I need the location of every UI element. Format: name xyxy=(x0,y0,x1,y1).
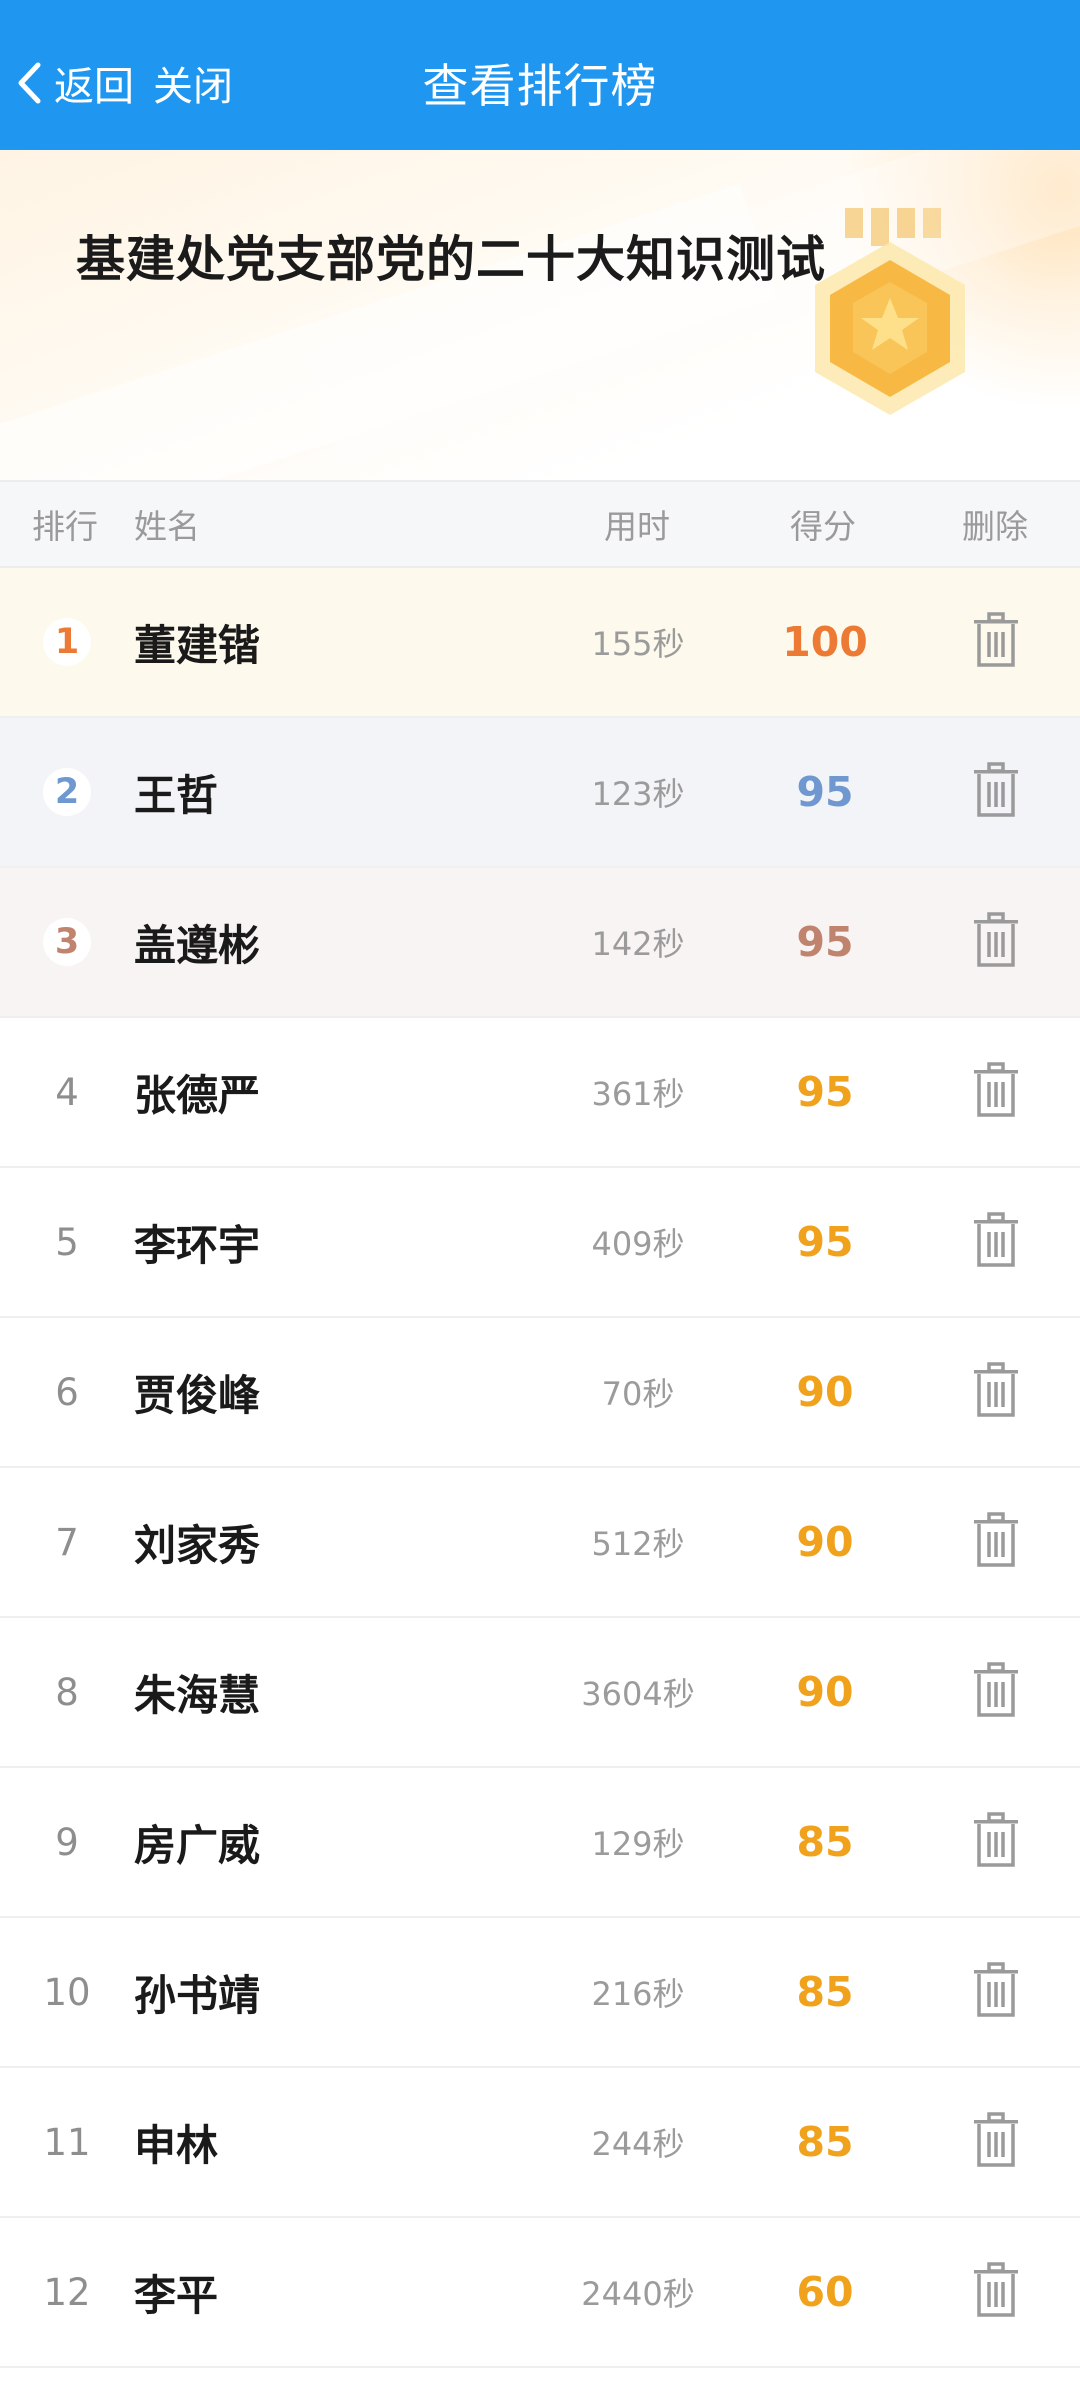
delete-button[interactable] xyxy=(972,2262,1020,2318)
delete-button[interactable] xyxy=(972,762,1020,818)
trash-icon xyxy=(974,2262,1018,2317)
quiz-title: 基建处党支部党的二十大知识测试 xyxy=(76,231,827,288)
time-used: 2440秒 xyxy=(581,2275,695,2313)
rank-badge-first: 1 xyxy=(0,568,134,716)
trash-icon xyxy=(974,1962,1018,2017)
rank-number: 8 xyxy=(55,1670,79,1714)
participant-name: 房广威 xyxy=(134,1820,261,1870)
trash-icon xyxy=(974,612,1018,667)
table-row: 4 张德严 361秒 95 xyxy=(0,1018,1080,1168)
delete-button[interactable] xyxy=(972,2112,1020,2168)
participant-name: 张德严 xyxy=(134,1070,261,1120)
column-delete-header: 删除 xyxy=(962,507,1028,546)
participant-name: 董建锴 xyxy=(134,620,261,670)
score-value: 85 xyxy=(796,1968,854,2016)
trash-icon xyxy=(974,1062,1018,1117)
column-time-header: 用时 xyxy=(604,507,670,546)
table-row: 6 贾俊峰 70秒 90 xyxy=(0,1318,1080,1468)
delete-button[interactable] xyxy=(972,1812,1020,1868)
participant-name: 盖遵彬 xyxy=(134,920,261,970)
table-row: 5 李环宇 409秒 95 xyxy=(0,1168,1080,1318)
table-row: 11 申林 244秒 85 xyxy=(0,2068,1080,2218)
table-row: 1 董建锴 155秒 100 xyxy=(0,568,1080,718)
time-used: 155秒 xyxy=(591,625,685,663)
time-used: 3604秒 xyxy=(581,1675,695,1713)
score-value: 90 xyxy=(796,1518,854,1566)
rank-number: 12 xyxy=(43,2270,91,2314)
delete-button[interactable] xyxy=(972,912,1020,968)
table-row: 2 王哲 123秒 95 xyxy=(0,718,1080,868)
time-used: 244秒 xyxy=(591,2125,685,2163)
participant-name: 李环宇 xyxy=(134,1220,261,1270)
time-used: 216秒 xyxy=(591,1975,685,2013)
rank-number: 5 xyxy=(55,1220,79,1264)
time-used: 512秒 xyxy=(591,1525,685,1563)
score-value: 95 xyxy=(796,918,854,966)
trash-icon xyxy=(974,2112,1018,2167)
rank-number: 4 xyxy=(55,1070,79,1114)
rank-number: 9 xyxy=(55,1820,79,1864)
column-name-header: 姓名 xyxy=(134,507,200,546)
table-row: 10 孙书靖 216秒 85 xyxy=(0,1918,1080,2068)
score-value: 85 xyxy=(796,2118,854,2166)
ranking-table-header: 排行 姓名 用时 得分 删除 xyxy=(0,480,1080,568)
participant-name: 孙书靖 xyxy=(134,1970,261,2020)
rank-badge-third: 3 xyxy=(0,868,134,1016)
delete-button[interactable] xyxy=(972,1062,1020,1118)
trash-icon xyxy=(974,1812,1018,1867)
delete-button[interactable] xyxy=(972,1962,1020,2018)
table-row: 7 刘家秀 512秒 90 xyxy=(0,1468,1080,1618)
page-title: 查看排行榜 xyxy=(422,59,658,113)
rank-badge-second: 2 xyxy=(0,718,134,866)
participant-name: 申林 xyxy=(134,2120,219,2170)
trash-icon xyxy=(974,762,1018,817)
score-value: 60 xyxy=(796,2268,854,2316)
rank-number: 7 xyxy=(55,1520,79,1564)
score-value: 90 xyxy=(796,1668,854,1716)
table-row: 12 李平 2440秒 60 xyxy=(0,2218,1080,2368)
delete-button[interactable] xyxy=(972,1512,1020,1568)
participant-name: 刘家秀 xyxy=(134,1520,261,1570)
score-value: 95 xyxy=(796,768,854,816)
column-score-header: 得分 xyxy=(790,507,856,546)
star-medal-icon xyxy=(815,208,965,415)
score-value: 90 xyxy=(796,1368,854,1416)
score-value: 100 xyxy=(782,618,868,666)
top-nav-bar: 返回 关闭 查看排行榜 xyxy=(0,0,1080,150)
trash-icon xyxy=(974,1662,1018,1717)
score-value: 95 xyxy=(796,1218,854,1266)
time-used: 409秒 xyxy=(591,1225,685,1263)
rank-number: 10 xyxy=(43,1970,91,2014)
quiz-banner: 基建处党支部党的二十大知识测试 xyxy=(0,150,1080,480)
delete-button[interactable] xyxy=(972,612,1020,668)
participant-name: 贾俊峰 xyxy=(134,1370,261,1420)
time-used: 361秒 xyxy=(591,1075,685,1113)
trash-icon xyxy=(974,1212,1018,1267)
table-row: 9 房广威 129秒 85 xyxy=(0,1768,1080,1918)
time-used: 129秒 xyxy=(591,1825,685,1863)
trash-icon xyxy=(974,912,1018,967)
score-value: 85 xyxy=(796,1818,854,1866)
delete-button[interactable] xyxy=(972,1212,1020,1268)
time-used: 123秒 xyxy=(591,775,685,813)
time-used: 142秒 xyxy=(591,925,685,963)
column-rank-header: 排行 xyxy=(32,507,98,546)
rank-number: 11 xyxy=(43,2120,91,2164)
ranking-list: 1 董建锴 155秒 100 2 王哲 123秒 95 3 盖遵彬 142秒 9… xyxy=(0,568,1080,2368)
participant-name: 王哲 xyxy=(134,770,219,820)
participant-name: 李平 xyxy=(134,2270,219,2320)
delete-button[interactable] xyxy=(972,1662,1020,1718)
trash-icon xyxy=(974,1512,1018,1567)
score-value: 95 xyxy=(796,1068,854,1116)
table-row: 8 朱海慧 3604秒 90 xyxy=(0,1618,1080,1768)
time-used: 70秒 xyxy=(601,1375,675,1413)
trash-icon xyxy=(974,1362,1018,1417)
participant-name: 朱海慧 xyxy=(134,1670,261,1720)
delete-button[interactable] xyxy=(972,1362,1020,1418)
rank-number: 6 xyxy=(55,1370,79,1414)
table-row: 3 盖遵彬 142秒 95 xyxy=(0,868,1080,1018)
